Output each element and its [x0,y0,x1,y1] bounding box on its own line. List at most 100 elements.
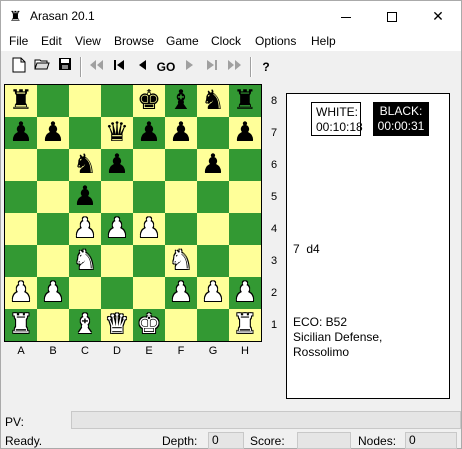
square-h7[interactable]: ♟ [229,117,261,149]
square-a6[interactable] [5,149,37,181]
menu-options[interactable]: Options [255,34,296,48]
white-pawn-icon[interactable]: ♟ [41,277,65,309]
menu-edit[interactable]: Edit [41,34,62,48]
square-b3[interactable] [37,245,69,277]
square-a3[interactable] [5,245,37,277]
square-g3[interactable] [197,245,229,277]
square-b2[interactable]: ♟ [37,277,69,309]
square-g5[interactable] [197,181,229,213]
black-pawn-icon[interactable]: ♟ [41,117,65,149]
white-pawn-icon[interactable]: ♟ [105,213,129,245]
go-end-button[interactable] [201,56,223,78]
square-a2[interactable]: ♟ [5,277,37,309]
square-h1[interactable]: ♜ [229,309,261,341]
black-king-icon[interactable]: ♚ [137,85,161,117]
square-d2[interactable] [101,277,133,309]
square-h3[interactable] [229,245,261,277]
square-c3[interactable]: ♞ [69,245,101,277]
square-h8[interactable]: ♜ [229,85,261,117]
square-d7[interactable]: ♛ [101,117,133,149]
black-pawn-icon[interactable]: ♟ [233,117,257,149]
square-c8[interactable] [69,85,101,117]
black-pawn-icon[interactable]: ♟ [73,181,97,213]
square-h6[interactable] [229,149,261,181]
white-pawn-icon[interactable]: ♟ [233,277,257,309]
fast-back-button[interactable] [85,56,107,78]
white-pawn-icon[interactable]: ♟ [201,277,225,309]
go-start-button[interactable] [108,56,130,78]
new-game-button[interactable] [8,56,30,78]
black-rook-icon[interactable]: ♜ [9,85,33,117]
square-c6[interactable]: ♞ [69,149,101,181]
black-knight-icon[interactable]: ♞ [201,85,225,117]
square-d4[interactable]: ♟ [101,213,133,245]
square-f2[interactable]: ♟ [165,277,197,309]
square-c2[interactable] [69,277,101,309]
white-rook-icon[interactable]: ♜ [233,309,257,341]
square-a7[interactable]: ♟ [5,117,37,149]
white-pawn-icon[interactable]: ♟ [9,277,33,309]
fast-forward-button[interactable] [224,56,246,78]
white-pawn-icon[interactable]: ♟ [169,277,193,309]
black-bishop-icon[interactable]: ♝ [169,85,193,117]
square-f6[interactable] [165,149,197,181]
open-button[interactable] [31,56,53,78]
square-e7[interactable]: ♟ [133,117,165,149]
square-e5[interactable] [133,181,165,213]
black-queen-icon[interactable]: ♛ [105,117,129,149]
square-b7[interactable]: ♟ [37,117,69,149]
forward-button[interactable] [179,56,201,78]
maximize-button[interactable] [369,1,415,31]
black-pawn-icon[interactable]: ♟ [137,117,161,149]
square-c1[interactable]: ♝ [69,309,101,341]
square-h4[interactable] [229,213,261,245]
close-button[interactable]: ✕ [415,1,461,31]
square-d6[interactable]: ♟ [101,149,133,181]
black-rook-icon[interactable]: ♜ [233,85,257,117]
square-f8[interactable]: ♝ [165,85,197,117]
white-king-icon[interactable]: ♚ [137,309,161,341]
square-g4[interactable] [197,213,229,245]
square-b4[interactable] [37,213,69,245]
square-f3[interactable]: ♞ [165,245,197,277]
hint-button[interactable]: ? [255,56,277,78]
chess-board[interactable]: ♜ ♚ ♝ ♞ ♜ ♟ ♟ ♛ ♟ ♟ ♟ ♞ ♟ ♟ ♟ ♟ ♟ ♟ ♞ ♞ ♟ ♟ ♟ ♟ ♟ ♜ ♝ ♛ ♚ ♜ [4,84,262,342]
square-g8[interactable]: ♞ [197,85,229,117]
square-f1[interactable] [165,309,197,341]
menu-browse[interactable]: Browse [114,34,154,48]
title-bar[interactable]: ♜ Arasan 20.1 ✕ [1,1,461,31]
square-d8[interactable] [101,85,133,117]
save-button[interactable] [54,56,76,78]
square-d5[interactable] [101,181,133,213]
menu-view[interactable]: View [75,34,101,48]
back-button[interactable] [131,56,153,78]
black-pawn-icon[interactable]: ♟ [105,149,129,181]
square-h2[interactable]: ♟ [229,277,261,309]
black-pawn-icon[interactable]: ♟ [9,117,33,149]
square-f4[interactable] [165,213,197,245]
square-g6[interactable]: ♟ [197,149,229,181]
black-knight-icon[interactable]: ♞ [73,149,97,181]
white-rook-icon[interactable]: ♜ [9,309,33,341]
menu-clock[interactable]: Clock [211,34,241,48]
square-c4[interactable]: ♟ [69,213,101,245]
square-a1[interactable]: ♜ [5,309,37,341]
square-e6[interactable] [133,149,165,181]
square-b1[interactable] [37,309,69,341]
white-bishop-icon[interactable]: ♝ [73,309,97,341]
square-h5[interactable] [229,181,261,213]
square-b8[interactable] [37,85,69,117]
white-pawn-icon[interactable]: ♟ [73,213,97,245]
white-knight-icon[interactable]: ♞ [169,245,193,277]
square-e8[interactable]: ♚ [133,85,165,117]
square-g2[interactable]: ♟ [197,277,229,309]
square-g1[interactable] [197,309,229,341]
square-c5[interactable]: ♟ [69,181,101,213]
white-knight-icon[interactable]: ♞ [73,245,97,277]
square-d3[interactable] [101,245,133,277]
square-f7[interactable]: ♟ [165,117,197,149]
go-button[interactable]: GO [154,56,178,78]
menu-help[interactable]: Help [311,34,336,48]
square-f5[interactable] [165,181,197,213]
square-b5[interactable] [37,181,69,213]
